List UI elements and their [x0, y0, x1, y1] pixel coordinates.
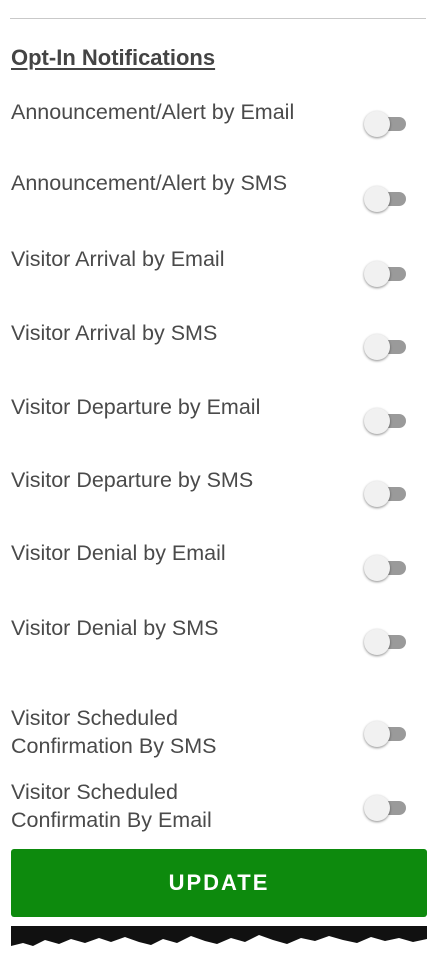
notification-label-announcement-email: Announcement/Alert by Email — [11, 100, 295, 124]
toggle-announcement-sms[interactable] — [364, 186, 410, 212]
toggle-denial-email[interactable] — [364, 555, 410, 581]
notification-label-announcement-sms: Announcement/Alert by SMS — [11, 171, 288, 195]
toggle-thumb — [364, 721, 390, 747]
toggle-announcement-email[interactable] — [364, 111, 410, 137]
bottom-torn-edge — [11, 926, 427, 954]
toggle-arrival-sms[interactable] — [364, 334, 410, 360]
toggle-departure-sms[interactable] — [364, 481, 410, 507]
toggle-thumb — [364, 408, 390, 434]
notification-label-arrival-email: Visitor Arrival by Email — [11, 247, 225, 271]
notification-label-scheduled-email: Visitor Scheduled Confirmatin By Email — [11, 780, 212, 832]
notification-label-departure-email: Visitor Departure by Email — [11, 395, 261, 419]
toggle-denial-sms[interactable] — [364, 629, 410, 655]
toggle-thumb — [364, 261, 390, 287]
toggle-thumb — [364, 481, 390, 507]
update-button[interactable]: UPDATE — [11, 849, 427, 917]
toggle-thumb — [364, 629, 390, 655]
notification-label-arrival-sms: Visitor Arrival by SMS — [11, 321, 218, 345]
toggle-thumb — [364, 555, 390, 581]
toggle-thumb — [364, 334, 390, 360]
torn-edge-graphic — [11, 926, 427, 954]
notification-label-denial-email: Visitor Denial by Email — [11, 541, 226, 565]
notification-label-denial-sms: Visitor Denial by SMS — [11, 616, 219, 640]
toggle-arrival-email[interactable] — [364, 261, 410, 287]
toggle-thumb — [364, 795, 390, 821]
notification-settings-screen: Opt-In Notifications Announcement/Alert … — [0, 0, 430, 954]
toggle-thumb — [364, 111, 390, 137]
toggle-thumb — [364, 186, 390, 212]
toggle-departure-email[interactable] — [364, 408, 410, 434]
section-title: Opt-In Notifications — [11, 45, 216, 70]
notification-label-scheduled-sms: Visitor Scheduled Confirmation By SMS — [11, 706, 217, 758]
toggle-scheduled-sms[interactable] — [364, 721, 410, 747]
notification-label-departure-sms: Visitor Departure by SMS — [11, 468, 254, 492]
toggle-scheduled-email[interactable] — [364, 795, 410, 821]
top-divider — [10, 18, 426, 19]
